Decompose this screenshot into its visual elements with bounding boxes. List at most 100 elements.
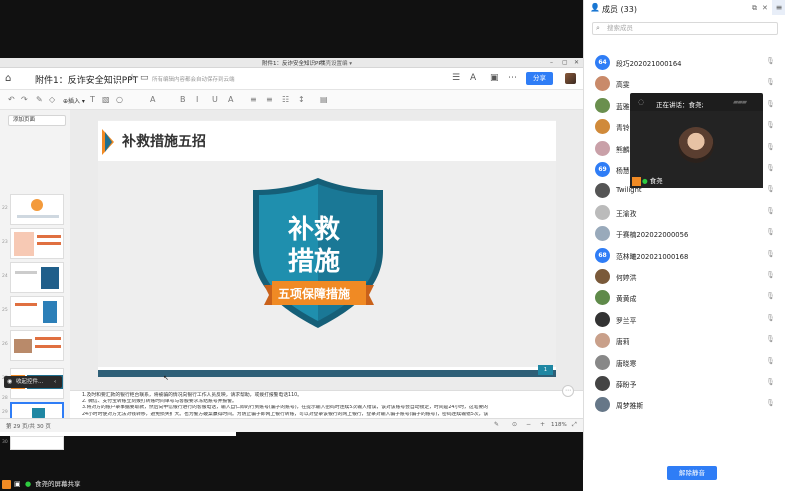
image-icon[interactable]: ▧ — [102, 95, 110, 104]
notes-toggle-icon[interactable]: ✎ — [494, 421, 499, 428]
add-page-select[interactable]: 添加页面 — [8, 115, 66, 126]
underline-icon[interactable]: U — [212, 95, 218, 104]
mic-muted-icon: 🎙 — [766, 356, 775, 365]
bold-icon[interactable]: B — [180, 95, 186, 104]
fit-view-icon[interactable]: ⊙ — [512, 421, 517, 428]
slide-thumbnail[interactable] — [10, 228, 64, 259]
line-spacing-icon[interactable]: ↕ — [298, 95, 305, 104]
popout-icon[interactable]: ⧉ — [752, 4, 757, 13]
window-title: 附件1：反诈安全知识PPT — [262, 61, 325, 67]
member-row[interactable]: 高雯 🎙 — [584, 73, 785, 94]
speaker-notes[interactable]: 1.及时和要汇款的银行柜台联系，将被骗的情况向银行工作人员反映，请求帮助，或拨打… — [70, 385, 583, 418]
current-slide[interactable]: 补救措施五招 补救 措施 五项保障措施 1 — [98, 120, 556, 377]
member-row[interactable]: 唐晓寒 🎙 — [584, 352, 785, 373]
comment-icon[interactable]: ▣ — [490, 73, 499, 83]
member-row[interactable]: 薛盼予 🎙 — [584, 373, 785, 394]
speaking-bars-icon: ▰▰▰ — [733, 98, 747, 106]
panel-menu-icon[interactable]: ≡ — [772, 0, 785, 15]
screen-share-icon: ▣ — [14, 480, 21, 488]
collapse-controls-button[interactable]: ◉ 收起控件... ‹ — [4, 376, 62, 388]
member-row[interactable]: 黄黄成 🎙 — [584, 287, 785, 308]
member-avatar — [595, 397, 610, 413]
member-row[interactable]: 周梦推斯 🎙 — [584, 394, 785, 415]
text-box-icon[interactable]: T — [90, 95, 95, 104]
italic-icon[interactable]: I — [196, 95, 198, 104]
clear-format-icon[interactable]: ◇ — [49, 95, 55, 104]
unmute-button[interactable]: 解除静音 — [667, 466, 717, 480]
slide-thumbnail[interactable] — [10, 194, 64, 225]
fullscreen-icon[interactable]: ⤢ — [572, 421, 577, 429]
slide-thumbnail[interactable] — [10, 330, 64, 361]
window-titlebar: 附件1：反诈安全知识PPT 稿壳设置编 ▾ – ▢ ✕ — [0, 58, 583, 68]
autosave-status: 所有编辑内容都会自动保存到云端 — [152, 77, 235, 83]
insert-menu[interactable]: ⊕插入 ▾ — [63, 96, 85, 105]
text-format-icon[interactable]: A — [470, 73, 476, 83]
member-row[interactable]: 于赛楠202022000056 🎙 — [584, 223, 785, 244]
arrange-icon[interactable]: ▤ — [320, 95, 328, 104]
share-status-text: 食尧的屏幕共享 — [35, 480, 81, 488]
folder-icon[interactable]: ▭ — [140, 73, 149, 83]
ppt-app-window: 附件1：反诈安全知识PPT 稿壳设置编 ▾ – ▢ ✕ ⌂ 附件1：反诈安全知识… — [0, 58, 583, 450]
member-name: 高雯 — [616, 81, 630, 90]
mic-muted-icon: 🎙 — [766, 164, 775, 172]
slide-thumbnail[interactable] — [10, 296, 64, 327]
member-avatar — [595, 333, 610, 349]
close-icon[interactable]: ✕ — [574, 59, 579, 66]
minimize-icon[interactable]: – — [550, 59, 553, 66]
zoom-level[interactable]: 118% — [551, 422, 567, 428]
speaker-icon: ◌ — [638, 98, 645, 106]
mic-muted-icon: 🎙 — [766, 292, 775, 301]
format-painter-icon[interactable]: ✎ — [36, 95, 43, 104]
thumb-number: 28 — [2, 396, 8, 401]
user-avatar[interactable] — [565, 73, 576, 84]
member-row[interactable]: 罗兰平 🎙 — [584, 309, 785, 330]
close-panel-icon[interactable]: ✕ — [762, 4, 768, 12]
undo-icon[interactable]: ↶ — [8, 95, 15, 104]
thumb-number: 22 — [2, 206, 8, 211]
more-icon[interactable]: ⋯ — [508, 73, 517, 83]
member-avatar — [595, 119, 610, 135]
member-avatar: 64 — [595, 55, 610, 70]
slide-page-number: 1 — [538, 365, 553, 375]
people-icon: 👤 — [590, 3, 600, 12]
mic-muted-icon: 🎙 — [766, 121, 775, 130]
slide-thumbnail[interactable] — [10, 436, 64, 450]
member-name: 何婷洪 — [616, 274, 637, 282]
member-name: 段巧202021000164 — [616, 60, 682, 68]
thumb-number: 26 — [2, 342, 8, 347]
active-speaker-popup[interactable]: ◌ 正在讲话：食尧; ▰▰▰ ● 食尧 — [630, 93, 763, 188]
shape-icon[interactable]: ○ — [116, 95, 123, 104]
font-color-icon[interactable]: A — [228, 95, 233, 104]
slide-thumbnail[interactable] — [10, 262, 64, 293]
mic-muted-icon: 🎙 — [766, 399, 775, 408]
member-avatar — [595, 376, 610, 391]
redo-icon[interactable]: ↷ — [21, 95, 28, 104]
home-icon[interactable]: ⌂ — [5, 73, 11, 84]
align-center-icon[interactable]: ≡ — [266, 95, 273, 104]
star-icon[interactable]: ☆ — [128, 73, 136, 83]
status-bar: 第 29 页/共 30 页 ✎ ⊙ − + 118% ⤢ — [0, 418, 583, 432]
font-size-icon[interactable]: A — [150, 95, 155, 104]
member-avatar — [595, 354, 610, 370]
zoom-out-icon[interactable]: − — [526, 421, 531, 428]
member-row[interactable]: 64 段巧202021000164 🎙 — [584, 52, 785, 73]
window-tag[interactable]: 稿壳设置编 ▾ — [320, 59, 352, 67]
menu-icon[interactable]: ☰ — [452, 73, 460, 83]
member-avatar — [595, 311, 610, 327]
member-row[interactable]: 何婷洪 🎙 — [584, 266, 785, 287]
member-row[interactable]: 王渝孜 🎙 — [584, 202, 785, 223]
member-row[interactable]: 68 范林曦202021000168 🎙 — [584, 245, 785, 266]
member-avatar — [595, 269, 610, 284]
doc-title[interactable]: 附件1：反诈安全知识PPT — [35, 73, 138, 86]
more-options-icon[interactable]: ⋯ — [562, 385, 574, 397]
list-icon[interactable]: ☷ — [282, 95, 289, 104]
member-search-input[interactable]: ⌕ 搜索成员 — [592, 22, 778, 35]
zoom-in-icon[interactable]: + — [540, 421, 545, 428]
align-left-icon[interactable]: ≡ — [250, 95, 257, 104]
mic-muted-icon: 🎙 — [766, 57, 775, 65]
ribbon-text: 五项保障措施 — [278, 287, 351, 301]
member-row[interactable]: 唐莉 🎙 — [584, 330, 785, 351]
share-button[interactable]: 分享 — [526, 72, 553, 85]
mic-muted-icon: 🎙 — [766, 249, 775, 258]
maximize-icon[interactable]: ▢ — [562, 59, 568, 66]
